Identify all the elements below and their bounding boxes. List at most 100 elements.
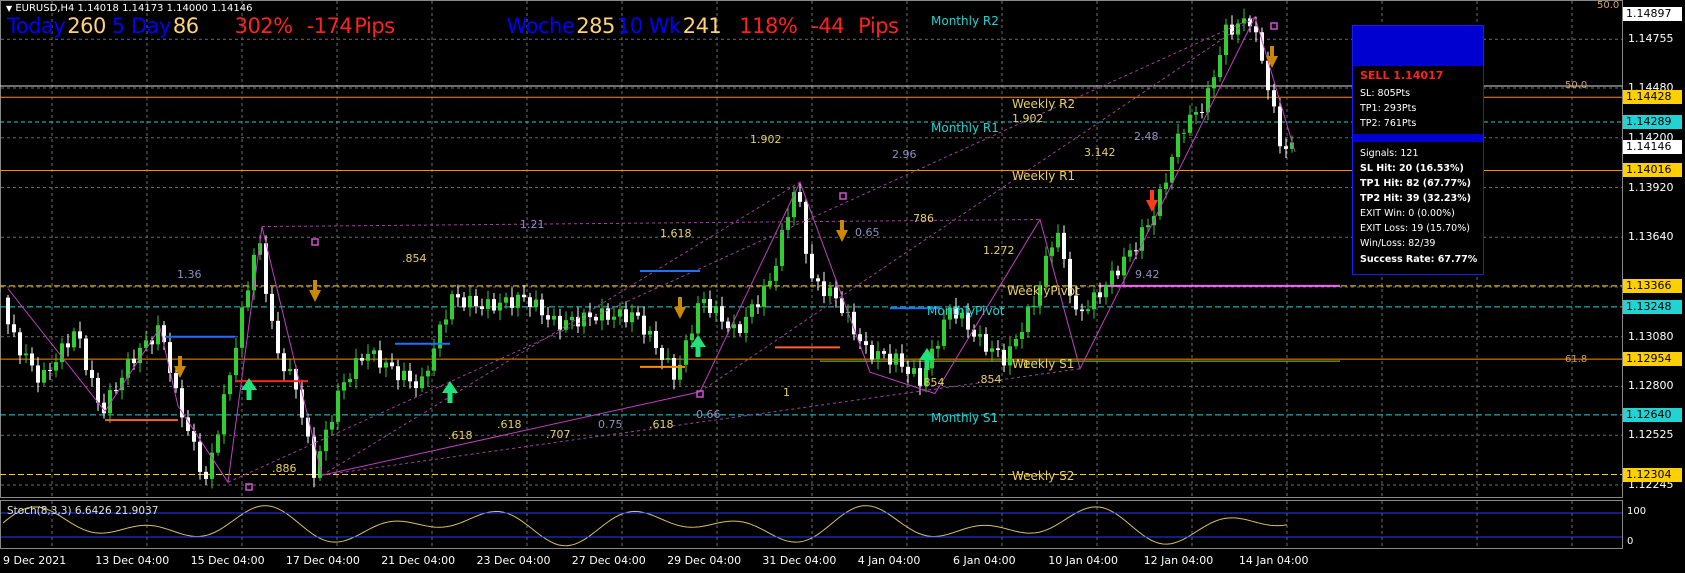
bull-candle	[1212, 77, 1216, 89]
bull-candle	[444, 319, 448, 325]
bull-candle	[648, 330, 652, 335]
price-tag: 1.14146	[1623, 140, 1682, 155]
bull-candle	[24, 353, 28, 356]
monthly-pivot-label: MonthlyPivot	[927, 304, 1005, 318]
bear-candle	[798, 192, 802, 202]
pips-1: -174	[306, 14, 353, 38]
bear-candle	[270, 293, 274, 321]
tenwk-label: 10 Wk	[616, 14, 681, 38]
bull-candle	[216, 434, 220, 453]
fib-ratio-label: 3.142	[1084, 146, 1116, 159]
bear-candle	[528, 297, 532, 308]
bull-candle	[1044, 255, 1048, 286]
bear-candle	[546, 315, 550, 320]
fib-ratio-label: 2.96	[892, 148, 917, 161]
bear-candle	[708, 299, 712, 314]
bear-candle	[66, 343, 70, 348]
bear-candle	[456, 294, 460, 298]
stoch-tick-100: 100	[1627, 506, 1647, 517]
bull-candle	[570, 316, 574, 321]
tp1-hit: TP1 Hit: 82 (67.77%)	[1360, 178, 1471, 189]
bear-candle	[864, 341, 868, 346]
price-tag: 1.14289	[1623, 114, 1682, 129]
bull-candle	[600, 308, 604, 321]
bull-candle	[324, 429, 328, 452]
bull-candle	[1092, 292, 1096, 310]
fib-ratio-label: 9.42	[1135, 268, 1160, 281]
bear-candle	[1200, 111, 1204, 113]
weekly-s2-label: Weekly S2	[1012, 469, 1075, 483]
bull-candle	[732, 324, 736, 329]
bull-candle	[426, 370, 430, 377]
chart-title: ▼ EURUSD,H4 1.14018 1.14173 1.14000 1.14…	[6, 3, 252, 14]
signal-panel-header	[1353, 26, 1483, 66]
pips-2-unit: Pips	[858, 14, 899, 38]
time-tick-label: 23 Dec 04:00	[476, 554, 551, 567]
bear-candle	[1278, 106, 1282, 147]
fib-ratio-label: 1.36	[177, 268, 202, 281]
time-tick-label: 15 Dec 04:00	[190, 554, 265, 567]
bull-candle	[486, 299, 490, 309]
bear-candle	[282, 353, 286, 372]
bull-candle	[750, 304, 754, 317]
bull-candle	[768, 280, 772, 286]
bull-candle	[1104, 284, 1108, 298]
bear-candle	[804, 201, 808, 254]
bull-candle	[1020, 332, 1024, 339]
bull-candle	[1128, 250, 1132, 257]
weekly-s1-label: Weekly S1	[1012, 357, 1075, 371]
bull-candle	[534, 299, 538, 308]
fib-50-top-label: 50.0	[1597, 0, 1620, 11]
price-tick-label: 1.12800	[1628, 379, 1674, 393]
tp2-points: TP2: 761Pts	[1360, 118, 1417, 129]
fiveday-value: 86	[172, 14, 199, 38]
down-arrow-icon	[309, 280, 321, 302]
pivot-marker	[311, 238, 319, 246]
bull-candle	[468, 295, 472, 308]
time-tick-label: 14 Jan 04:00	[1238, 554, 1309, 567]
bull-candle	[786, 217, 790, 230]
bull-candle	[780, 229, 784, 266]
bear-candle	[198, 441, 202, 472]
bull-candle	[1218, 55, 1222, 78]
bear-candle	[906, 366, 910, 374]
bull-candle	[990, 348, 994, 352]
monthly-r2-label: Monthly R2	[931, 14, 999, 28]
symbol-quote: EURUSD,H4 1.14018 1.14173 1.14000 1.1414…	[15, 3, 253, 14]
time-tick-label: 10 Jan 04:00	[1048, 554, 1118, 567]
bear-candle	[1080, 309, 1084, 312]
price-tag: 1.12304	[1623, 467, 1682, 482]
time-tick-label: 6 Jan 04:00	[953, 554, 1016, 567]
bull-candle	[696, 303, 700, 334]
bull-candle	[978, 334, 982, 337]
percent-2: 118%	[739, 14, 798, 38]
trading-chart[interactable]: ▼ EURUSD,H4 1.14018 1.14173 1.14000 1.14…	[0, 0, 1685, 573]
bull-candle	[1014, 338, 1018, 347]
bull-candle	[72, 331, 76, 348]
bear-candle	[474, 295, 478, 307]
price-tick-label: 1.14755	[1628, 32, 1674, 46]
bear-candle	[480, 306, 484, 309]
tp1-points: TP1: 293Pts	[1360, 103, 1417, 114]
bear-candle	[606, 308, 610, 320]
bear-candle	[672, 358, 676, 380]
bear-candle	[624, 309, 628, 323]
bear-candle	[1062, 232, 1066, 259]
fib-ratio-label: 1.902	[1012, 112, 1044, 125]
bear-candle	[174, 373, 178, 389]
bull-candle	[1194, 111, 1198, 115]
bull-candle	[1086, 309, 1090, 312]
up-arrow-icon	[442, 381, 458, 403]
bear-candle	[642, 315, 646, 335]
bull-candle	[552, 315, 556, 320]
pivot-marker	[839, 192, 847, 200]
bear-candle	[522, 294, 526, 298]
bull-candle	[684, 340, 688, 365]
bear-candle	[276, 320, 280, 354]
bull-candle	[1176, 133, 1180, 158]
bull-candle	[1182, 132, 1186, 134]
weekly-r2-label: Weekly R2	[1012, 97, 1076, 111]
triangle-down-icon[interactable]: ▼	[6, 4, 12, 13]
bear-candle	[48, 369, 52, 371]
price-tag: 1.14016	[1623, 163, 1682, 178]
